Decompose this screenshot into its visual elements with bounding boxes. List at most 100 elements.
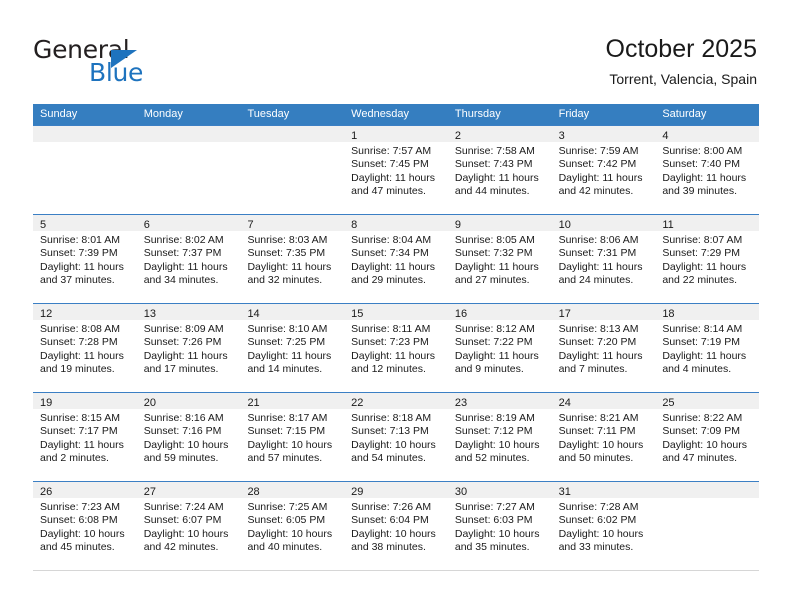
day-number-strip: 5	[33, 215, 137, 231]
day-number-strip: 19	[33, 393, 137, 409]
day-cell[interactable]: 30 Sunrise: 7:27 AM Sunset: 6:03 PM Dayligh…	[447, 482, 552, 570]
day-cell[interactable]: 12 Sunrise: 8:08 AM Sunset: 7:28 PM Dayligh…	[33, 304, 137, 392]
day-sun-info: Sunrise: 8:04 AM Sunset: 7:34 PM Daylight:…	[344, 231, 448, 288]
day-cell[interactable]: 9 Sunrise: 8:05 AM Sunset: 7:32 PM Daylight…	[447, 215, 552, 303]
daylight-text-line1: Daylight: 10 hours	[143, 438, 229, 451]
weekday-header-monday: Monday	[143, 108, 183, 120]
day-number-strip: 8	[344, 215, 448, 231]
day-sun-info: Sunrise: 8:19 AM Sunset: 7:12 PM Daylight:…	[448, 409, 552, 466]
day-cell[interactable]: 23 Sunrise: 8:19 AM Sunset: 7:12 PM Dayligh…	[447, 393, 552, 481]
daylight-text-line1: Daylight: 10 hours	[454, 527, 540, 540]
day-cell[interactable]: 20 Sunrise: 8:16 AM Sunset: 7:16 PM Dayligh…	[136, 393, 241, 481]
title-block: October 2025 Torrent, Valencia, Spain	[606, 34, 758, 89]
day-sun-info: Sunrise: 8:11 AM Sunset: 7:23 PM Daylight:…	[344, 320, 448, 377]
day-number: 15	[351, 308, 364, 320]
sunrise-text: Sunrise: 8:10 AM	[247, 323, 328, 335]
day-number: 30	[454, 486, 468, 498]
day-cell[interactable]: 2 Sunrise: 7:58 AM Sunset: 7:43 PM Daylight…	[447, 126, 552, 214]
day-sun-info: Sunrise: 8:08 AM Sunset: 7:28 PM Daylight:…	[33, 320, 137, 377]
sunset-text: Sunset: 6:02 PM	[558, 514, 637, 527]
daylight-text-line1: Daylight: 11 hours	[662, 349, 747, 362]
day-number: 17	[558, 308, 571, 320]
daylight-text-line2: and 37 minutes.	[40, 274, 115, 287]
day-sun-info: Sunrise: 8:17 AM Sunset: 7:15 PM Daylight:…	[240, 409, 344, 466]
sunset-text: Sunset: 7:13 PM	[351, 425, 429, 438]
day-cell[interactable]: 5 Sunrise: 8:01 AM Sunset: 7:39 PM Daylight…	[33, 215, 137, 303]
day-number: 26	[40, 486, 53, 498]
daylight-text-line1: Daylight: 11 hours	[40, 438, 124, 451]
day-number: 29	[351, 486, 364, 498]
day-cell[interactable]: 27 Sunrise: 7:24 AM Sunset: 6:07 PM Dayligh…	[136, 482, 241, 570]
weekday-header-saturday: Saturday	[662, 108, 707, 120]
day-number: 3	[558, 130, 565, 142]
sunset-text: Sunset: 7:28 PM	[40, 336, 118, 349]
sunset-text: Sunset: 7:11 PM	[558, 425, 636, 438]
day-cell[interactable]: 17 Sunrise: 8:13 AM Sunset: 7:20 PM Dayligh…	[551, 304, 656, 392]
sunrise-text: Sunrise: 7:57 AM	[351, 145, 432, 157]
sunrise-text: Sunrise: 8:19 AM	[454, 412, 535, 424]
day-cell[interactable]: 6 Sunrise: 8:02 AM Sunset: 7:37 PM Daylight…	[136, 215, 241, 303]
sunrise-text: Sunrise: 8:15 AM	[40, 412, 120, 424]
day-cell[interactable]: 10 Sunrise: 8:06 AM Sunset: 7:31 PM Dayligh…	[551, 215, 656, 303]
daylight-text-line2: and 19 minutes.	[40, 363, 115, 376]
day-cell[interactable]: 8 Sunrise: 8:04 AM Sunset: 7:34 PM Daylight…	[344, 215, 448, 303]
sunset-text: Sunset: 6:04 PM	[351, 514, 429, 527]
daylight-text-line1: Daylight: 11 hours	[143, 349, 228, 362]
day-cell[interactable]: 4 Sunrise: 8:00 AM Sunset: 7:40 PM Daylight…	[655, 126, 760, 214]
day-number-strip: 18	[655, 304, 760, 320]
day-number: 28	[247, 486, 260, 498]
day-cell[interactable]: 26 Sunrise: 7:23 AM Sunset: 6:08 PM Dayligh…	[33, 482, 137, 570]
day-number-strip: 3	[551, 126, 656, 142]
daylight-text-line2: and 50 minutes.	[558, 452, 634, 465]
day-cell[interactable]: 3 Sunrise: 7:59 AM Sunset: 7:42 PM Daylight…	[551, 126, 656, 214]
day-number-strip: 9	[447, 215, 552, 231]
day-cell[interactable]: 14 Sunrise: 8:10 AM Sunset: 7:25 PM Dayligh…	[240, 304, 345, 392]
day-sun-info: Sunrise: 8:10 AM Sunset: 7:25 PM Daylight:…	[240, 320, 344, 377]
day-sun-info: Sunrise: 8:21 AM Sunset: 7:11 PM Daylight:…	[552, 409, 656, 466]
day-number-strip	[136, 126, 241, 142]
day-cell[interactable]: 18 Sunrise: 8:14 AM Sunset: 7:19 PM Dayligh…	[655, 304, 760, 392]
daylight-text-line2: and 47 minutes.	[351, 185, 426, 198]
day-number: 27	[143, 486, 156, 498]
sunrise-text: Sunrise: 7:28 AM	[558, 501, 639, 513]
day-cell[interactable]: 13 Sunrise: 8:09 AM Sunset: 7:26 PM Dayligh…	[136, 304, 241, 392]
day-cell[interactable]: 22 Sunrise: 8:18 AM Sunset: 7:13 PM Dayligh…	[344, 393, 448, 481]
daylight-text-line1: Daylight: 11 hours	[558, 260, 643, 273]
day-cell[interactable]: 11 Sunrise: 8:07 AM Sunset: 7:29 PM Dayligh…	[655, 215, 760, 303]
sunset-text: Sunset: 7:25 PM	[247, 336, 326, 349]
day-sun-info: Sunrise: 7:24 AM Sunset: 6:07 PM Daylight:…	[137, 498, 241, 555]
day-cell[interactable]: 7 Sunrise: 8:03 AM Sunset: 7:35 PM Daylight…	[240, 215, 345, 303]
daylight-text-line1: Daylight: 11 hours	[454, 349, 539, 362]
daylight-text-line1: Daylight: 10 hours	[247, 438, 333, 451]
day-cell[interactable]: 24 Sunrise: 8:21 AM Sunset: 7:11 PM Dayligh…	[551, 393, 656, 481]
day-cell[interactable]: 15 Sunrise: 8:11 AM Sunset: 7:23 PM Dayligh…	[344, 304, 448, 392]
sunrise-text: Sunrise: 8:21 AM	[558, 412, 639, 424]
day-cell-empty	[136, 126, 241, 214]
day-cell[interactable]: 21 Sunrise: 8:17 AM Sunset: 7:15 PM Dayligh…	[240, 393, 345, 481]
day-cell[interactable]: 28 Sunrise: 7:25 AM Sunset: 6:05 PM Dayligh…	[240, 482, 345, 570]
day-cell[interactable]: 1 Sunrise: 7:57 AM Sunset: 7:45 PM Daylight…	[344, 126, 448, 214]
daylight-text-line2: and 27 minutes.	[454, 274, 530, 287]
daylight-text-line1: Daylight: 11 hours	[247, 349, 332, 362]
sunrise-text: Sunrise: 8:07 AM	[662, 234, 743, 246]
day-number-strip: 22	[344, 393, 448, 409]
calendar-week-row: 12 Sunrise: 8:08 AM Sunset: 7:28 PM Dayligh…	[33, 303, 760, 392]
day-cell[interactable]: 29 Sunrise: 7:26 AM Sunset: 6:04 PM Dayligh…	[344, 482, 448, 570]
daylight-text-line2: and 42 minutes.	[143, 541, 219, 554]
day-cell[interactable]: 16 Sunrise: 8:12 AM Sunset: 7:22 PM Dayligh…	[447, 304, 552, 392]
day-number: 24	[558, 397, 571, 409]
calendar-week-row: 19 Sunrise: 8:15 AM Sunset: 7:17 PM Dayligh…	[33, 392, 760, 481]
weekday-header-row: Sunday Monday Tuesday Wednesday Thursday Frid…	[33, 104, 759, 125]
day-number: 14	[247, 308, 260, 320]
daylight-text-line2: and 59 minutes.	[143, 452, 219, 465]
sunset-text: Sunset: 7:43 PM	[454, 158, 533, 171]
day-cell[interactable]: 19 Sunrise: 8:15 AM Sunset: 7:17 PM Dayligh…	[33, 393, 137, 481]
general-blue-logo[interactable]: General Blue	[33, 36, 223, 88]
daylight-text-line1: Daylight: 10 hours	[351, 438, 436, 451]
day-cell[interactable]: 31 Sunrise: 7:28 AM Sunset: 6:02 PM Dayligh…	[551, 482, 656, 570]
sunrise-text: Sunrise: 8:03 AM	[247, 234, 328, 246]
logo-text-blue: Blue	[89, 58, 144, 87]
daylight-text-line1: Daylight: 10 hours	[558, 438, 644, 451]
day-cell[interactable]: 25 Sunrise: 8:22 AM Sunset: 7:09 PM Dayligh…	[655, 393, 760, 481]
day-number-strip: 11	[655, 215, 760, 231]
